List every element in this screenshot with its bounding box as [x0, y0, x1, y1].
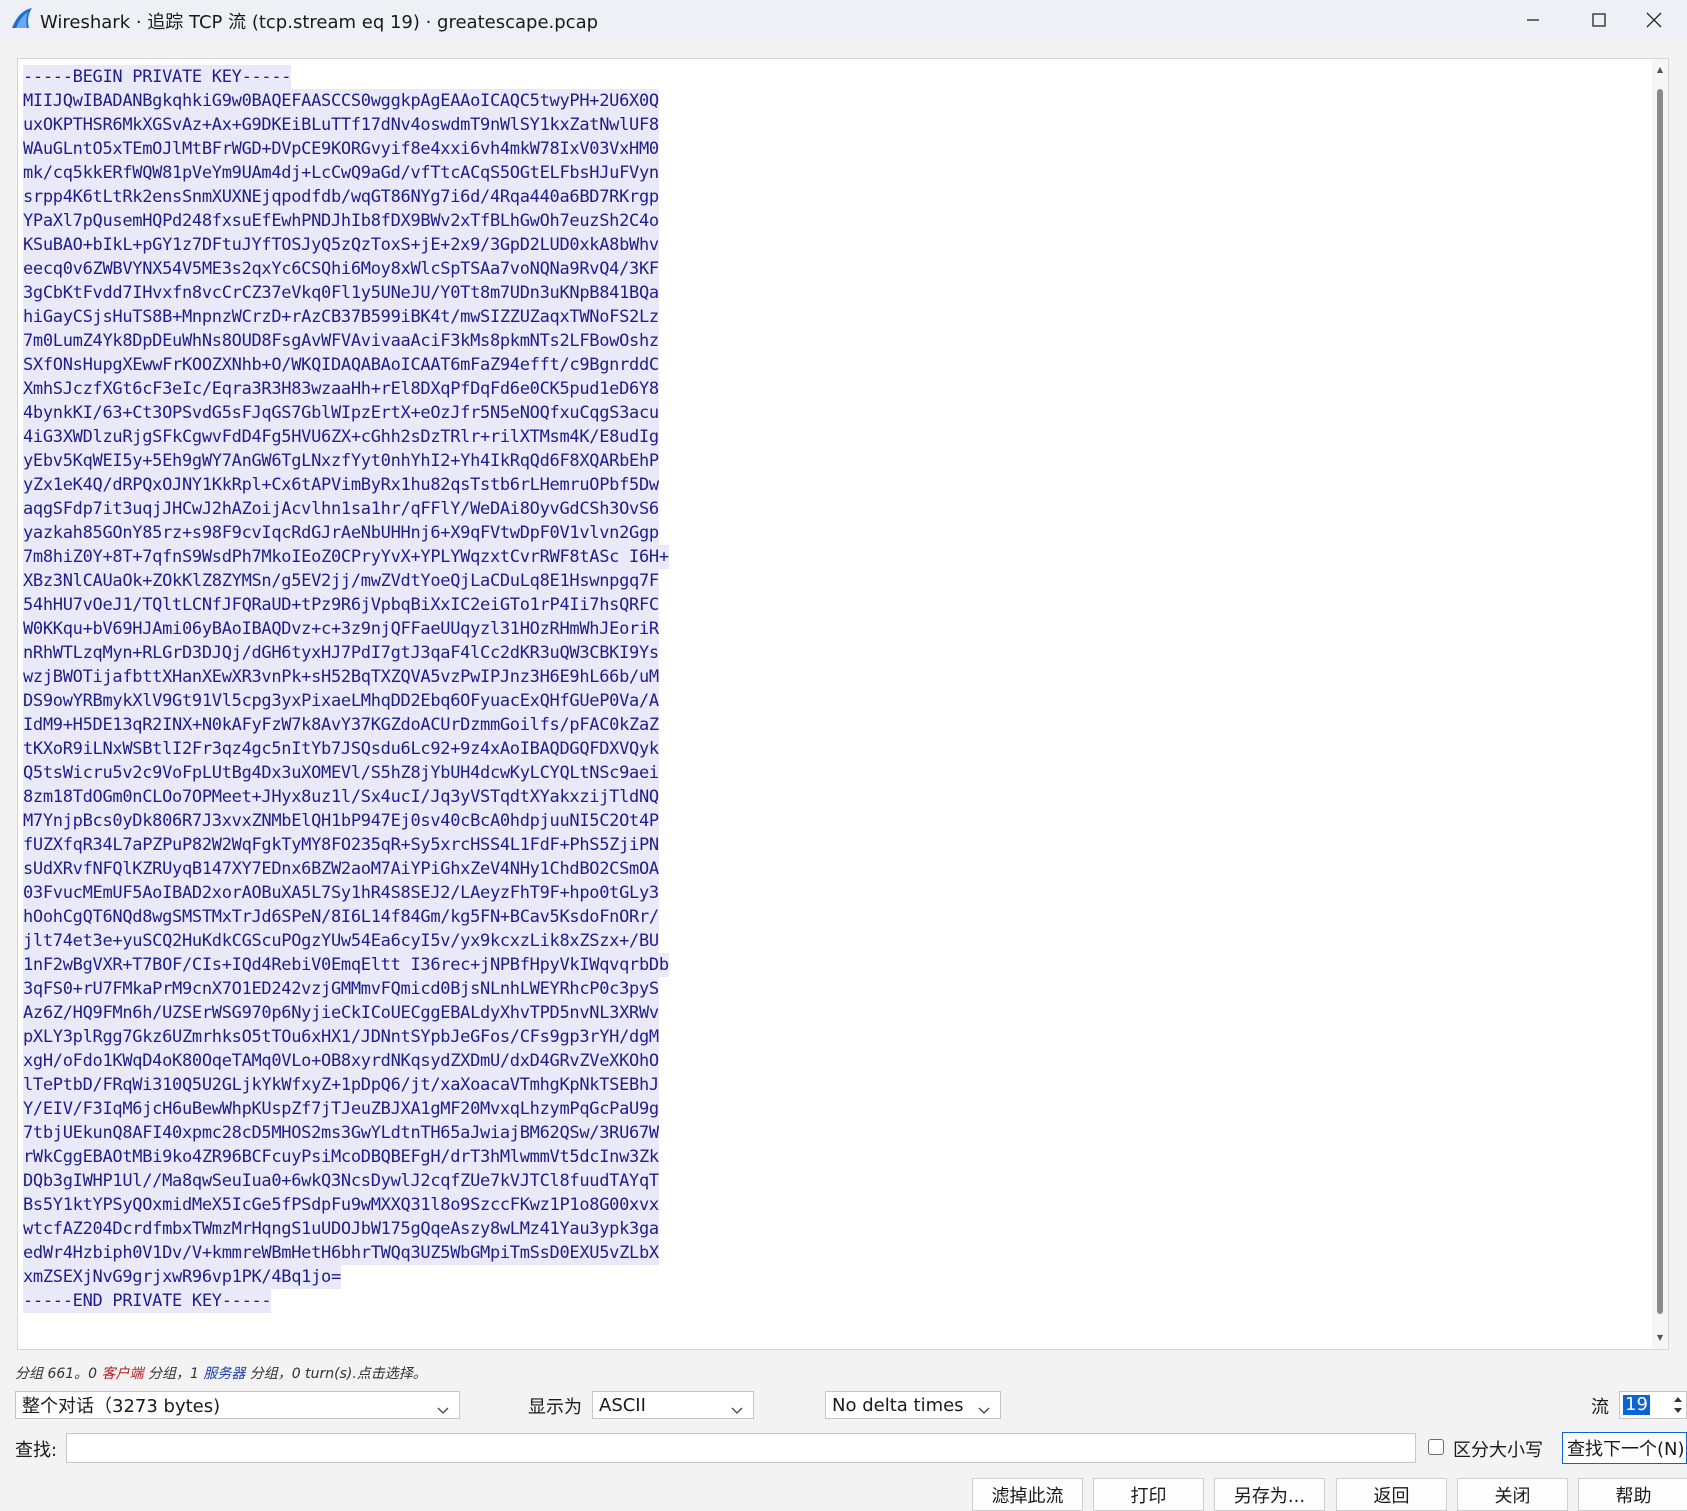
stream-line: XBz3NlCAUaOk+ZOkKlZ8ZYMSn/g5EV2jj/mwZVdt…	[23, 569, 659, 593]
stream-line: 54hHU7vOeJ1/TQltLCNfJFQRaUD+tPz9R6jVpbqB…	[23, 593, 659, 617]
help-button[interactable]: 帮助	[1578, 1478, 1687, 1511]
stream-line: YPaXl7pQusemHQPd248fxsuEfEwhPNDJhIb8fDX9…	[23, 209, 659, 233]
stream-line: fUZXfqR34L7aPZPuP82W2WqFgkTyMY8FO235qR+S…	[23, 833, 659, 857]
find-input[interactable]	[66, 1433, 1416, 1463]
stream-line: -----END PRIVATE KEY-----	[23, 1289, 272, 1313]
vertical-scrollbar[interactable]: ▲ ▼	[1652, 59, 1668, 1349]
stream-line: xgH/oFdo1KWqD4oK80OqeTAMq0VLo+OB8xyrdNKq…	[23, 1049, 659, 1073]
status-text: 分组，1	[143, 1366, 204, 1382]
stream-line: 1nF2wBgVXR+T7BOF/CIs+IQd4RebiV0EmqEltt I…	[23, 953, 669, 977]
stream-line: yZx1eK4Q/dRPQxOJNY1KkRpl+Cx6tAPVimByRx1h…	[23, 473, 659, 497]
stream-line: 8zm18TdOGm0nCLOo7OPMeet+JHyx8uz1l/Sx4ucI…	[23, 785, 659, 809]
stream-line: W0KKqu+bV69HJAmi06yBAoIBAQDvz+c+3z9njQFF…	[23, 617, 659, 641]
conversation-select[interactable]: 整个对话（3273 bytes)	[15, 1391, 460, 1419]
stream-label: 流	[1591, 1397, 1609, 1418]
stream-line: 3gCbKtFvdd7IHvxfn8vcCrCZ37eVkq0Fl1y5UNeJ…	[23, 281, 659, 305]
minimize-button[interactable]	[1500, 0, 1566, 40]
stream-line: edWr4Hzbiph0V1Dv/V+kmmreWBmHetH6bhrTWQq3…	[23, 1241, 659, 1265]
stream-line: 4bynkKI/63+Ct3OPSvdG5sFJqGS7GblWIpzErtX+…	[23, 401, 659, 425]
stream-line: Az6Z/HQ9FMn6h/UZSErWSG970p6NyjieCkICoUEC…	[23, 1001, 659, 1025]
stream-line: M7YnjpBcs0yDk806R7J3xvxZNMbElQH1bP947Ej0…	[23, 809, 659, 833]
stream-line: nRhWTLzqMyn+RLGrD3DJQj/dGH6tyxHJ7PdI7gtJ…	[23, 641, 659, 665]
wireshark-fin-icon	[10, 6, 34, 30]
stream-text: -----BEGIN PRIVATE KEY----- MIIJQwIBADANB…	[23, 65, 669, 1313]
stream-line: jlt74et3e+yuSCQ2HuKdkCGScuPOgzYUw54Ea6cy…	[23, 929, 659, 953]
stream-line: rWkCggEBAOtMBi9ko4ZR96BCFcuyPsiMcoDBQBEF…	[23, 1145, 659, 1169]
packet-status: 分组 661。0 客户端 分组，1 服务器 分组，0 turn(s).点击选择。	[15, 1363, 427, 1383]
stream-line: DQb3gIWHP1Ul//Ma8qwSeuIua0+6wkQ3NcsDywlJ…	[23, 1169, 659, 1193]
case-sensitive-checkbox[interactable]	[1428, 1439, 1444, 1455]
filter-out-button[interactable]: 滤掉此流	[972, 1478, 1083, 1511]
stream-line: KSuBAO+bIkL+pGY1z7DFtuJYfTOSJyQ5zQzToxS+…	[23, 233, 659, 257]
conversation-value: 整个对话（3273 bytes)	[22, 1396, 221, 1417]
stream-line: 7tbjUEkunQ8AFI40xpmc28cD5MHOS2ms3GwYLdtn…	[23, 1121, 659, 1145]
scroll-thumb[interactable]	[1657, 89, 1663, 1314]
stream-line: MIIJQwIBADANBgkqhkiG9w0BAQEFAASCCS0wggkp…	[23, 89, 659, 113]
title-bar: Wireshark · 追踪 TCP 流 (tcp.stream eq 19) …	[0, 0, 1687, 40]
stream-line: 03FvucMEmUF5AoIBAD2xorAOBuXA5L7Sy1hR4S8S…	[23, 881, 659, 905]
stream-line: DS9owYRBmykXlV9Gt91Vl5cpg3yxPixaeLMhqDD2…	[23, 689, 659, 713]
stream-line: pXLY3plRgg7Gkz6UZmrhksO5tTOu6xHX1/JDNntS…	[23, 1025, 659, 1049]
stream-line: yEbv5KqWEI5y+5Eh9gWY7AnGW6TgLNxzfYyt0nhY…	[23, 449, 659, 473]
status-text: 分组 661。0	[15, 1366, 102, 1382]
stream-line: -----BEGIN PRIVATE KEY-----	[23, 65, 292, 89]
save-as-button[interactable]: 另存为...	[1214, 1478, 1325, 1511]
stream-line: Q5tsWicru5v2c9VoFpLUtBg4Dx3uXOMEVl/S5hZ8…	[23, 761, 659, 785]
stream-line: yazkah85GOnY85rz+s98F9cvIqcRdGJrAeNbUHHn…	[23, 521, 659, 545]
stream-line: 3qFS0+rU7FMkaPrM9cnX7O1ED242vzjGMMmvFQmi…	[23, 977, 659, 1001]
scroll-up-arrow-icon[interactable]: ▲	[1655, 65, 1665, 75]
window-title: Wireshark · 追踪 TCP 流 (tcp.stream eq 19) …	[40, 12, 599, 33]
minimize-icon	[1526, 13, 1540, 27]
maximize-icon	[1592, 13, 1606, 27]
stream-content-area[interactable]: -----BEGIN PRIVATE KEY----- MIIJQwIBADANB…	[17, 58, 1669, 1350]
scroll-down-arrow-icon[interactable]: ▼	[1655, 1333, 1665, 1343]
stream-line: 7m0LumZ4Yk8DpDEuWhNs8OUD8FsgAvWFVAvivaaA…	[23, 329, 659, 353]
delta-times-select[interactable]: No delta times	[825, 1391, 1001, 1419]
stream-line: wtcfAZ204DcrdfmbxTWmzMrHqngS1uUDOJbW175g…	[23, 1217, 659, 1241]
print-button[interactable]: 打印	[1093, 1478, 1204, 1511]
chevron-down-icon	[731, 1400, 743, 1421]
stream-line: wzjBWOTijafbttXHanXEwXR3vnPk+sH52BqTXZQV…	[23, 665, 659, 689]
case-sensitive-label: 区分大小写	[1453, 1440, 1543, 1461]
server-link[interactable]: 服务器	[203, 1366, 245, 1382]
stream-line: lTePtbD/FRqWi310Q5U2GLjkYkWfxyZ+1pDpQ6/j…	[23, 1073, 659, 1097]
show-as-value: ASCII	[599, 1394, 646, 1416]
stream-line: hiGayCSjsHuTS8B+MnpnzWCrzD+rAzCB37B599iB…	[23, 305, 659, 329]
spin-arrows-icon[interactable]	[1670, 1392, 1686, 1418]
stream-line: eecq0v6ZWBVYNX54V5ME3s2qxYc6CSQhi6Moy8xW…	[23, 257, 659, 281]
status-text: 分组，0 turn(s).点击选择。	[245, 1366, 427, 1382]
delta-times-value: No delta times	[832, 1394, 964, 1416]
stream-line: SXfONsHupgXEwwFrKOOZXNhb+O/WKQIDAQABAoIC…	[23, 353, 659, 377]
back-button[interactable]: 返回	[1336, 1478, 1447, 1511]
client-link[interactable]: 客户端	[102, 1366, 144, 1382]
stream-line: mk/cq5kkERfWQW81pVeYm9UAm4dj+LcCwQ9aGd/v…	[23, 161, 659, 185]
stream-line: 7m8hiZ0Y+8T+7qfnS9WsdPh7MkoIEoZ0CPryYvX+…	[23, 545, 669, 569]
chevron-down-icon	[437, 1400, 449, 1421]
close-button[interactable]: 关闭	[1457, 1478, 1568, 1511]
show-as-label: 显示为	[528, 1397, 582, 1418]
stream-line: WAuGLntO5xTEmOJlMtBFrWGD+DVpCE9KORGvyif8…	[23, 137, 659, 161]
stream-line: hOohCgQT6NQd8wgSMSTMxTrJd6SPeN/8I6L14f84…	[23, 905, 659, 929]
stream-line: aqgSFdp7it3uqjJHCwJ2hAZoijAcvlhn1sa1hr/q…	[23, 497, 659, 521]
stream-line: IdM9+H5DE13qR2INX+N0kAFyFzW7k8AvY37KGZdo…	[23, 713, 659, 737]
find-label: 查找:	[15, 1440, 58, 1461]
stream-line: Y/EIV/F3IqM6jcH6uBewWhpKUspZf7jTJeuZBJXA…	[23, 1097, 659, 1121]
chevron-down-icon	[978, 1400, 990, 1421]
stream-number-value: 19	[1623, 1394, 1650, 1415]
stream-line: xmZSEXjNvG9grjxwR96vp1PK/4Bq1jo=	[23, 1265, 341, 1289]
close-window-button[interactable]	[1621, 0, 1687, 40]
stream-line: XmhSJczfXGt6cF3eIc/Eqra3R3H83wzaaHh+rEl8…	[23, 377, 659, 401]
stream-line: uxOKPTHSR6MkXGSvAz+Ax+G9DKEiBLuTTf17dNv4…	[23, 113, 659, 137]
show-as-select[interactable]: ASCII	[592, 1391, 754, 1419]
close-icon	[1646, 12, 1662, 28]
find-next-button[interactable]: 查找下一个(N)	[1562, 1432, 1687, 1464]
stream-number-spinbox[interactable]: 19	[1619, 1391, 1687, 1419]
stream-line: 4iG3XWDlzuRjgSFkCgwvFdD4Fg5HVU6ZX+cGhh2s…	[23, 425, 659, 449]
stream-line: tKXoR9iLNxWSBtlI2Fr3qz4gc5nItYb7JSQsdu6L…	[23, 737, 659, 761]
stream-line: sUdXRvfNFQlKZRUyqB147XY7EDnx6BZW2aoM7AiY…	[23, 857, 659, 881]
stream-line: srpp4K6tLtRk2ensSnmXUXNEjqpodfdb/wqGT86N…	[23, 185, 659, 209]
stream-line: Bs5Y1ktYPSyQOxmidMeX5IcGe5fPSdpFu9wMXXQ3…	[23, 1193, 659, 1217]
